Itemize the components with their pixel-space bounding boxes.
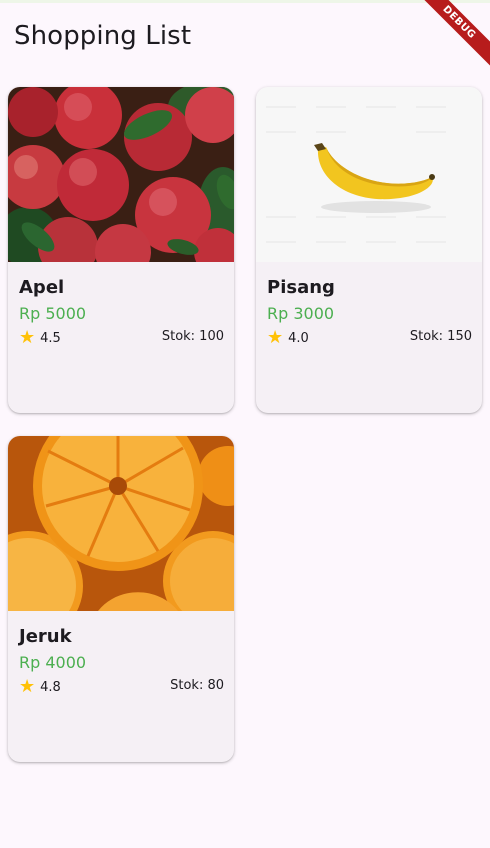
star-icon: ★ <box>19 327 36 348</box>
product-stock: Stok: 80 <box>170 678 224 693</box>
product-rating: ★ 4.0 <box>267 329 309 347</box>
debug-banner: DEBUG <box>420 0 490 70</box>
app-bar: Shopping List <box>0 3 490 75</box>
product-card-pisang[interactable]: Pisang Rp 3000 ★ 4.0 Stok: 150 <box>256 87 482 413</box>
product-rating: ★ 4.5 <box>19 329 61 347</box>
star-icon: ★ <box>19 676 36 697</box>
product-price: Rp 5000 <box>19 304 87 323</box>
product-stock: Stok: 150 <box>409 329 472 344</box>
product-name: Jeruk <box>19 626 72 647</box>
star-icon: ★ <box>267 327 284 348</box>
product-name: Pisang <box>267 277 335 298</box>
product-price: Rp 4000 <box>19 653 87 672</box>
banana-image <box>256 87 482 262</box>
product-card-apel[interactable]: Apel Rp 5000 ★ 4.5 Stok: 100 <box>8 87 234 413</box>
apples-image <box>8 87 234 262</box>
debug-label: DEBUG <box>420 0 490 68</box>
rating-value: 4.0 <box>288 330 309 346</box>
product-card-jeruk[interactable]: Jeruk Rp 4000 ★ 4.8 Stok: 80 <box>8 436 234 762</box>
product-stock: Stok: 100 <box>161 329 224 344</box>
orange-slices-image <box>8 436 234 611</box>
rating-value: 4.5 <box>40 330 61 346</box>
product-price: Rp 3000 <box>267 304 335 323</box>
rating-value: 4.8 <box>40 679 61 695</box>
product-rating: ★ 4.8 <box>19 678 61 696</box>
page-title: Shopping List <box>14 21 192 51</box>
product-name: Apel <box>19 277 65 298</box>
